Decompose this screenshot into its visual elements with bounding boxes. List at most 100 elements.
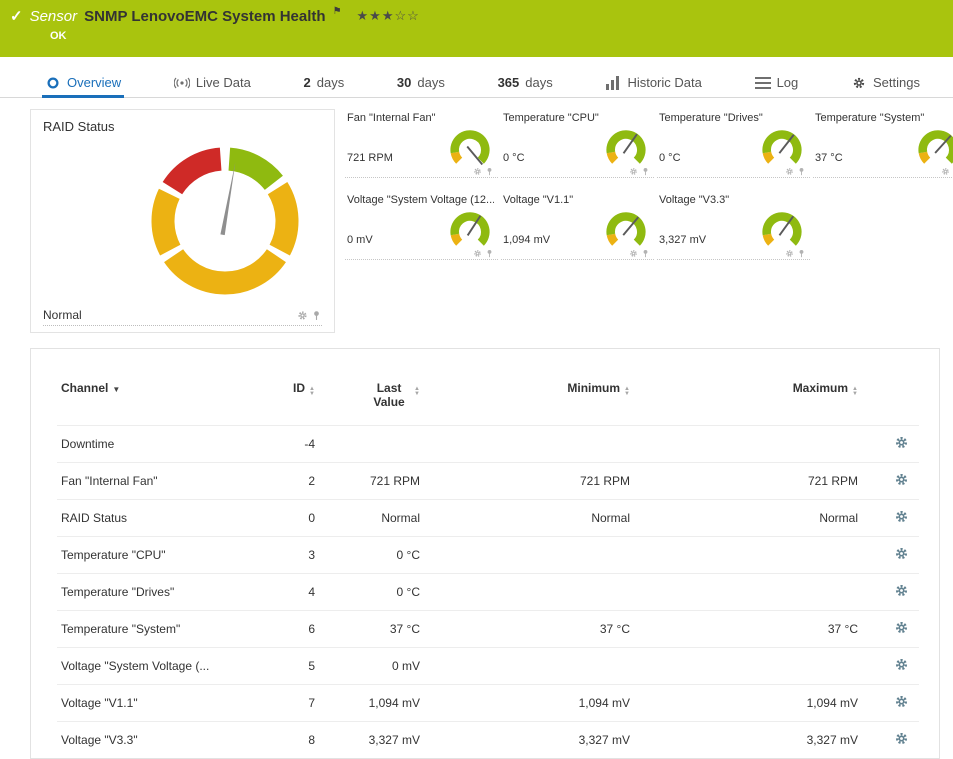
- pin-icon[interactable]: [797, 167, 806, 176]
- pin-icon[interactable]: [641, 167, 650, 176]
- pin-icon[interactable]: [485, 167, 494, 176]
- channel-settings-gear-icon[interactable]: [894, 546, 909, 561]
- gear-icon[interactable]: [473, 249, 482, 258]
- tab-bar: Overview Live Data 2 days 30 days 365 da…: [0, 70, 953, 98]
- cell-last-value: [319, 426, 424, 463]
- gauge-value: 0 °C: [503, 152, 525, 164]
- channel-settings-gear-icon[interactable]: [894, 472, 909, 487]
- table-row[interactable]: Downtime -4: [57, 426, 919, 463]
- tab-365-days[interactable]: 365 days: [495, 75, 556, 98]
- table-row[interactable]: Voltage "System Voltage (... 5 0 mV: [57, 648, 919, 685]
- channel-settings-gear-icon[interactable]: [894, 435, 909, 450]
- tab-live-data[interactable]: Live Data: [171, 75, 254, 98]
- gauge-tile[interactable]: Temperature "Drives" 0 °C: [657, 112, 810, 178]
- sort-icon: ▲▼: [852, 387, 858, 397]
- gauge-label: Voltage "System Voltage (12...: [347, 194, 494, 206]
- column-header-channel[interactable]: Channel▼: [57, 371, 257, 426]
- tab-label: days: [417, 75, 444, 90]
- gauge-label: Temperature "CPU": [503, 112, 650, 124]
- tab-num: 30: [397, 75, 411, 90]
- gear-icon[interactable]: [785, 249, 794, 258]
- gear-icon[interactable]: [297, 310, 308, 321]
- gear-icon[interactable]: [941, 167, 950, 176]
- cell-id: 8: [257, 722, 319, 759]
- cell-last-value: 721 RPM: [319, 463, 424, 500]
- channel-settings-gear-icon[interactable]: [894, 731, 909, 746]
- channel-settings-gear-icon[interactable]: [894, 657, 909, 672]
- raid-status-panel[interactable]: RAID Status Normal: [30, 109, 335, 333]
- cell-minimum: [424, 574, 634, 611]
- gauge-tile[interactable]: Temperature "CPU" 0 °C: [501, 112, 654, 178]
- cell-maximum: 1,094 mV: [634, 685, 862, 722]
- table-row[interactable]: Temperature "Drives" 4 0 °C: [57, 574, 919, 611]
- cell-channel: Voltage "System Voltage (...: [57, 648, 257, 685]
- tab-historic-data[interactable]: Historic Data: [602, 75, 704, 98]
- column-header-id[interactable]: ID ▲▼: [257, 371, 319, 426]
- gauge-tile[interactable]: Voltage "V3.3" 3,327 mV: [657, 194, 810, 260]
- cell-last-value: 0 mV: [319, 648, 424, 685]
- channel-settings-gear-icon[interactable]: [894, 583, 909, 598]
- gauge-dial: [602, 124, 650, 168]
- tab-log[interactable]: Log: [752, 75, 802, 98]
- sort-icon: ▲▼: [309, 387, 315, 397]
- tab-settings[interactable]: Settings: [848, 75, 923, 98]
- pin-icon[interactable]: [311, 310, 322, 321]
- gauge-needle-large: [220, 162, 237, 236]
- column-label: ID: [293, 381, 305, 395]
- cell-maximum: [634, 426, 862, 463]
- gauge-label: Temperature "Drives": [659, 112, 806, 124]
- gear-icon: [851, 76, 867, 90]
- table-row[interactable]: Voltage "V1.1" 7 1,094 mV 1,094 mV 1,094…: [57, 685, 919, 722]
- cell-last-value: Normal: [319, 500, 424, 537]
- column-label: Minimum: [567, 381, 620, 395]
- cell-actions: [862, 611, 919, 648]
- table-row[interactable]: RAID Status 0 Normal Normal Normal: [57, 500, 919, 537]
- table-row[interactable]: Temperature "System" 6 37 °C 37 °C 37 °C: [57, 611, 919, 648]
- column-header-minimum[interactable]: Minimum▲▼: [424, 371, 634, 426]
- cell-actions: [862, 426, 919, 463]
- historic-data-icon: [605, 76, 621, 90]
- tab-label: Overview: [67, 75, 121, 90]
- priority-stars[interactable]: ★★★☆☆: [357, 8, 420, 24]
- gauge-value: 0 mV: [347, 234, 373, 246]
- gauge-tile[interactable]: Temperature "System" 37 °C: [813, 112, 953, 178]
- tab-label: Live Data: [196, 75, 251, 90]
- gauge-tile[interactable]: Fan "Internal Fan" 721 RPM: [345, 112, 498, 178]
- column-header-last-value[interactable]: Last Value▲▼: [319, 371, 424, 426]
- flag-icon[interactable]: ⚑: [333, 6, 342, 17]
- cell-id: 5: [257, 648, 319, 685]
- cell-maximum: [634, 648, 862, 685]
- cell-actions: [862, 537, 919, 574]
- cell-minimum: 37 °C: [424, 611, 634, 648]
- table-row[interactable]: Temperature "CPU" 3 0 °C: [57, 537, 919, 574]
- pin-icon[interactable]: [641, 249, 650, 258]
- table-header-row: Channel▼ ID▲▼ Last Value▲▼ Minimum▲▼ Max…: [57, 371, 919, 426]
- cell-minimum: Normal: [424, 500, 634, 537]
- table-row[interactable]: Voltage "V3.3" 8 3,327 mV 3,327 mV 3,327…: [57, 722, 919, 759]
- tab-2-days[interactable]: 2 days: [301, 75, 348, 98]
- gauge-value: 1,094 mV: [503, 234, 550, 246]
- gear-icon[interactable]: [473, 167, 482, 176]
- gauge-tile[interactable]: Voltage "V1.1" 1,094 mV: [501, 194, 654, 260]
- channel-settings-gear-icon[interactable]: [894, 694, 909, 709]
- cell-last-value: 1,094 mV: [319, 685, 424, 722]
- table-row[interactable]: Fan "Internal Fan" 2 721 RPM 721 RPM 721…: [57, 463, 919, 500]
- tab-30-days[interactable]: 30 days: [394, 75, 448, 98]
- channel-settings-gear-icon[interactable]: [894, 620, 909, 635]
- gear-icon[interactable]: [629, 249, 638, 258]
- pin-icon[interactable]: [797, 249, 806, 258]
- gauge-dial: [758, 206, 806, 250]
- gauge-tile[interactable]: Voltage "System Voltage (12... 0 mV: [345, 194, 498, 260]
- cell-last-value: 0 °C: [319, 574, 424, 611]
- gear-icon[interactable]: [629, 167, 638, 176]
- gear-icon[interactable]: [785, 167, 794, 176]
- channel-settings-gear-icon[interactable]: [894, 509, 909, 524]
- cell-actions: [862, 648, 919, 685]
- status-badge: OK: [50, 30, 943, 42]
- pin-icon[interactable]: [485, 249, 494, 258]
- cell-last-value: 3,327 mV: [319, 722, 424, 759]
- cell-minimum: [424, 537, 634, 574]
- column-header-maximum[interactable]: Maximum▲▼: [634, 371, 862, 426]
- tab-overview[interactable]: Overview: [42, 75, 124, 98]
- cell-maximum: [634, 537, 862, 574]
